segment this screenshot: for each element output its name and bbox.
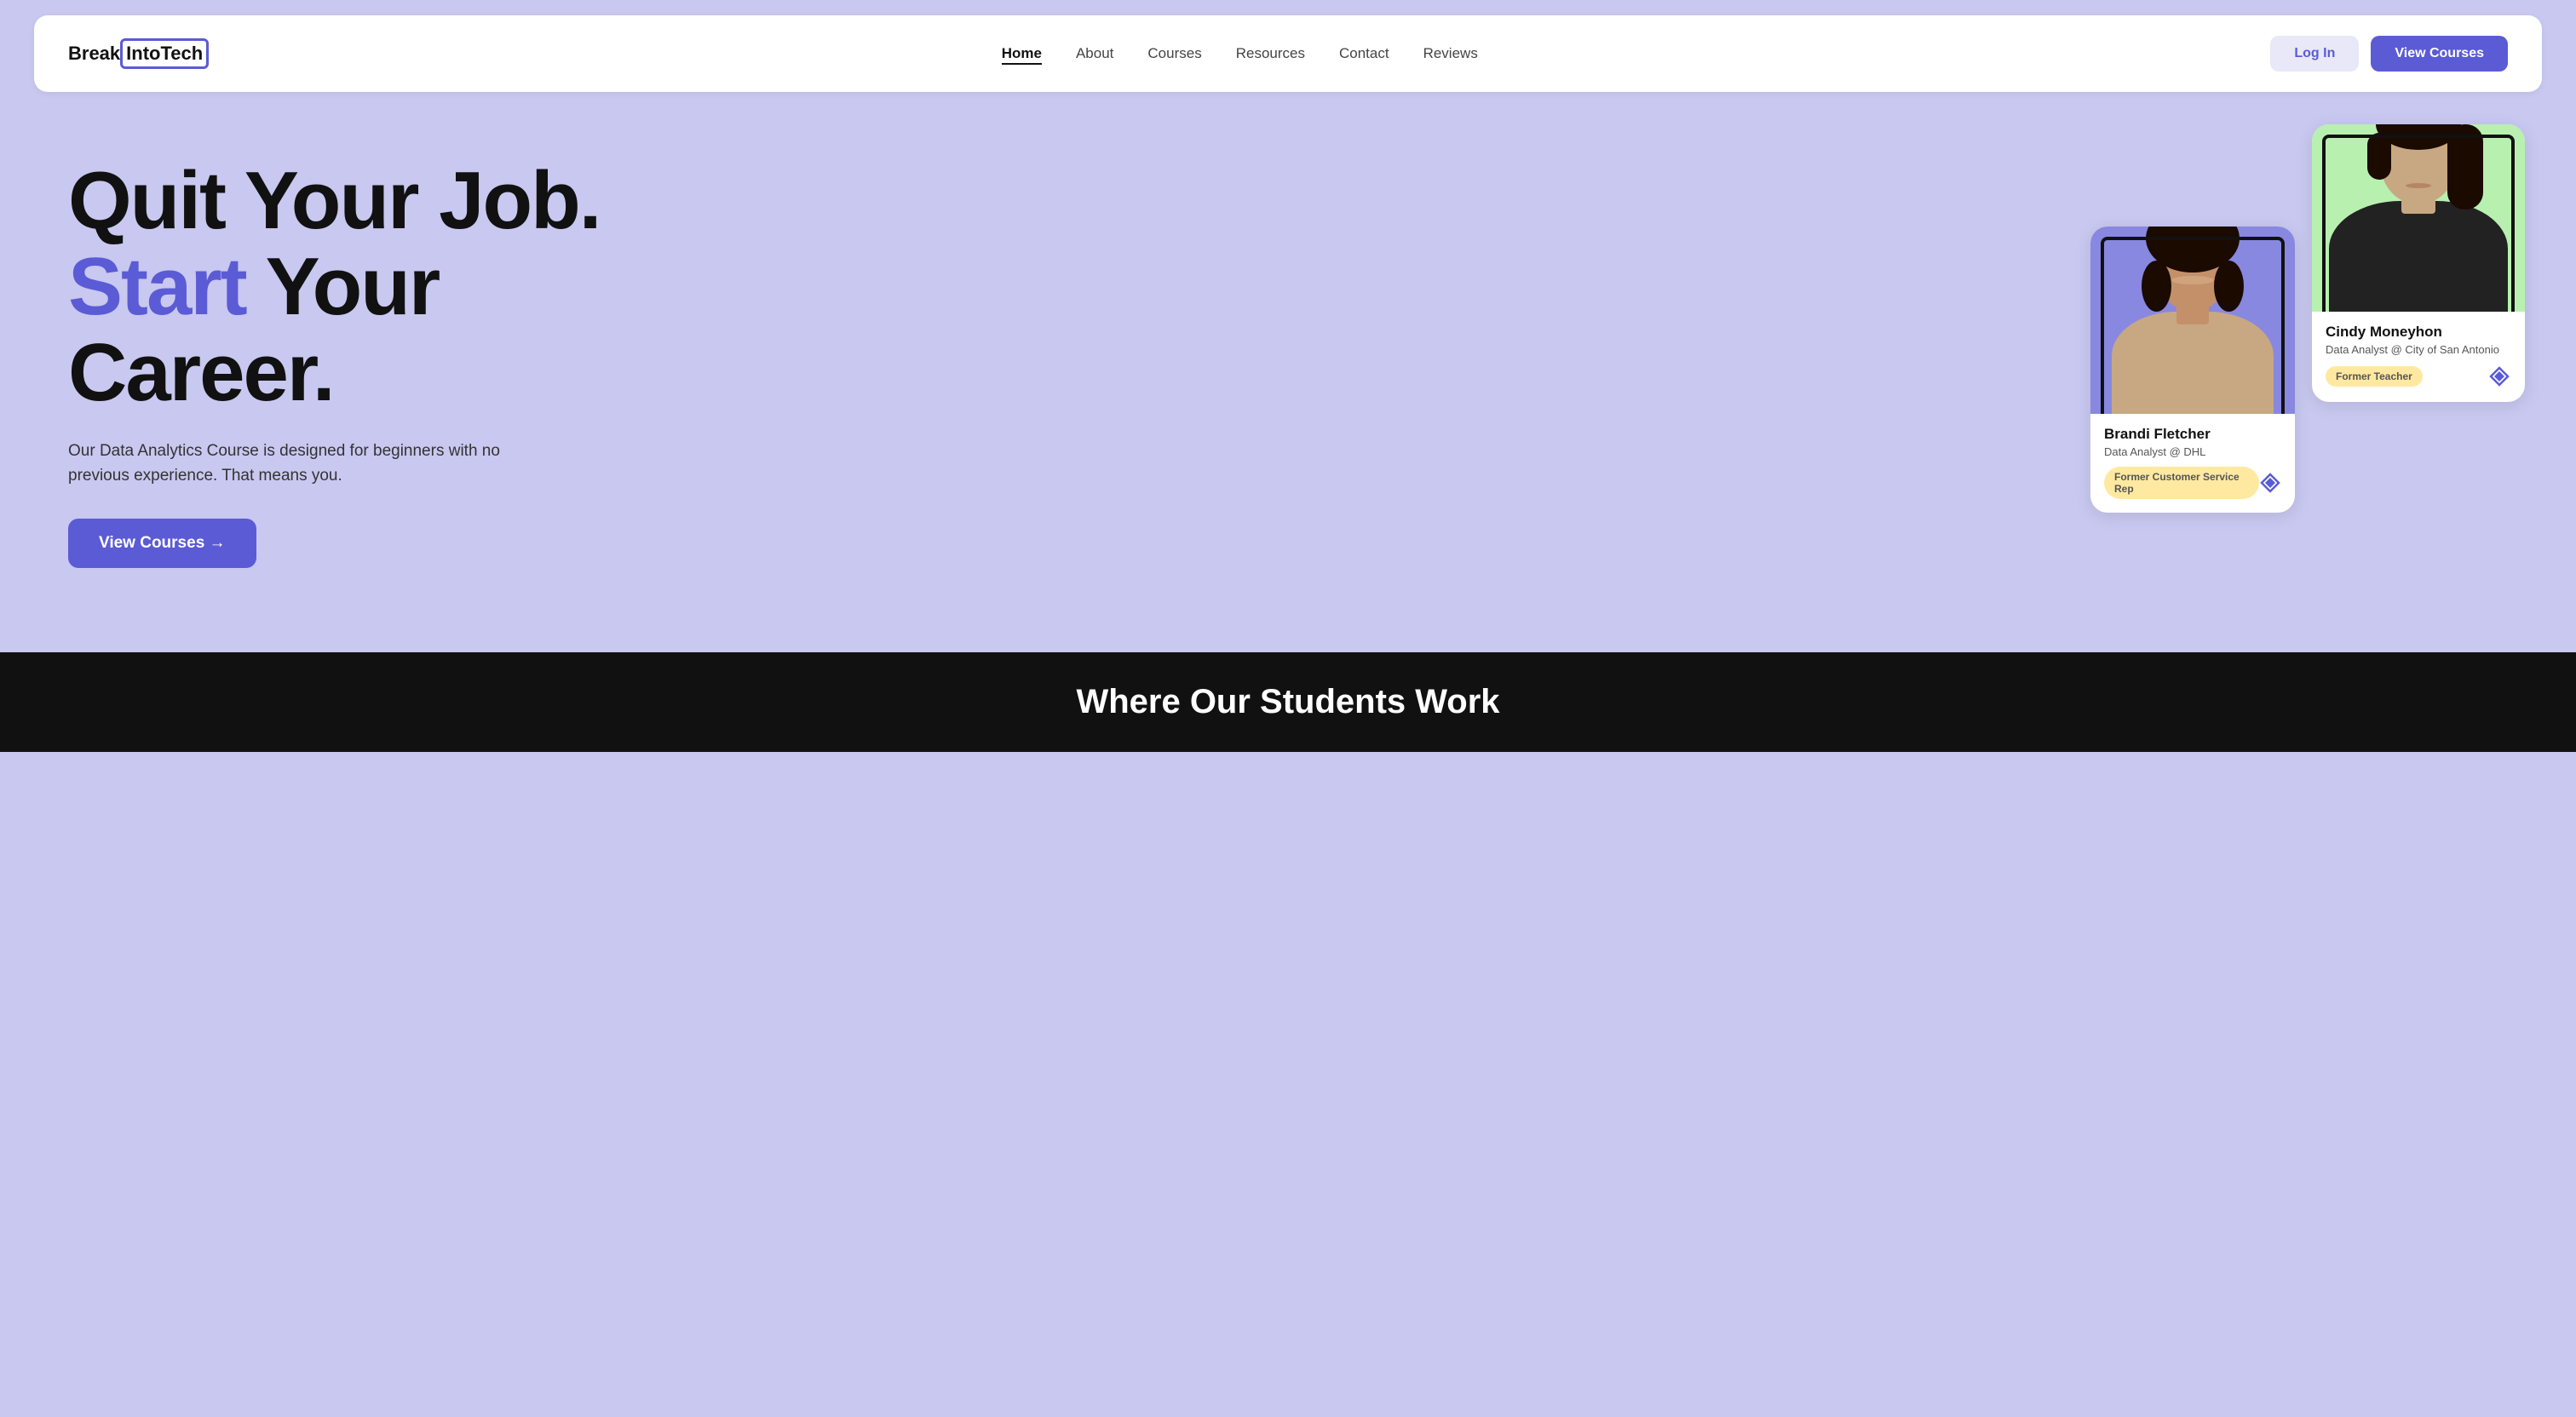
hero-text: Quit Your Job. Start Your Career. Our Da… xyxy=(68,158,600,568)
hero-section: Quit Your Job. Start Your Career. Our Da… xyxy=(0,107,2576,635)
bottom-banner: Where Our Students Work xyxy=(0,652,2576,752)
hero-subtext: Our Data Analytics Course is designed fo… xyxy=(68,439,562,488)
card-body-brandi: Brandi Fletcher Data Analyst @ DHL Forme… xyxy=(2090,414,2295,513)
hero-headline: Quit Your Job. Start Your Career. xyxy=(68,158,600,416)
diamond-icon-cindy xyxy=(2487,364,2511,388)
nav-item-contact[interactable]: Contact xyxy=(1339,45,1389,62)
view-courses-hero-button[interactable]: View Courses → xyxy=(68,519,256,568)
nav-actions: Log In View Courses xyxy=(2270,36,2508,72)
nav-item-reviews[interactable]: Reviews xyxy=(1423,45,1478,62)
card-image-cindy xyxy=(2312,124,2525,312)
view-courses-nav-button[interactable]: View Courses xyxy=(2371,36,2508,72)
nav-link-reviews[interactable]: Reviews xyxy=(1423,45,1478,61)
nav-link-resources[interactable]: Resources xyxy=(1236,45,1305,61)
profile-card-brandi: Brandi Fletcher Data Analyst @ DHL Forme… xyxy=(2090,227,2295,513)
card-role-brandi: Data Analyst @ DHL xyxy=(2104,445,2281,458)
nav-item-home[interactable]: Home xyxy=(1002,45,1042,62)
hero-headline-line1: Quit Your Job. xyxy=(68,155,600,246)
profile-card-cindy: Cindy Moneyhon Data Analyst @ City of Sa… xyxy=(2312,124,2525,402)
login-button[interactable]: Log In xyxy=(2270,36,2359,72)
nav-link-home[interactable]: Home xyxy=(1002,45,1042,65)
nav-item-courses[interactable]: Courses xyxy=(1147,45,1201,62)
nav-link-about[interactable]: About xyxy=(1076,45,1113,61)
card-image-brandi xyxy=(2090,227,2295,414)
hero-headline-start: Start xyxy=(68,241,246,332)
card-tag-brandi: Former Customer Service Rep xyxy=(2104,467,2259,499)
card-role-cindy: Data Analyst @ City of San Antonio xyxy=(2326,343,2511,356)
card-tag-cindy: Former Teacher xyxy=(2326,366,2423,387)
card-name-brandi: Brandi Fletcher xyxy=(2104,426,2281,443)
hero-headline-line3: Career. xyxy=(68,327,334,418)
navbar: Break IntoTech Home About Courses Resour… xyxy=(34,15,2542,92)
diamond-icon-brandi xyxy=(2259,471,2281,495)
nav-item-about[interactable]: About xyxy=(1076,45,1113,62)
card-body-cindy: Cindy Moneyhon Data Analyst @ City of Sa… xyxy=(2312,312,2525,402)
nav-link-courses[interactable]: Courses xyxy=(1147,45,1201,61)
logo[interactable]: Break IntoTech xyxy=(68,38,209,69)
nav-item-resources[interactable]: Resources xyxy=(1236,45,1305,62)
hero-headline-line2: Your xyxy=(246,241,439,332)
nav-link-contact[interactable]: Contact xyxy=(1339,45,1389,61)
logo-text-highlight: IntoTech xyxy=(120,38,209,69)
card-footer-cindy: Former Teacher xyxy=(2326,364,2511,388)
logo-text-before: Break xyxy=(68,43,120,65)
card-name-cindy: Cindy Moneyhon xyxy=(2326,324,2511,341)
profile-cards-area: Brandi Fletcher Data Analyst @ DHL Forme… xyxy=(2090,124,2525,513)
nav-links: Home About Courses Resources Contact Rev… xyxy=(1002,45,1478,62)
card-footer-brandi: Former Customer Service Rep xyxy=(2104,467,2281,499)
bottom-banner-heading: Where Our Students Work xyxy=(68,683,2508,721)
